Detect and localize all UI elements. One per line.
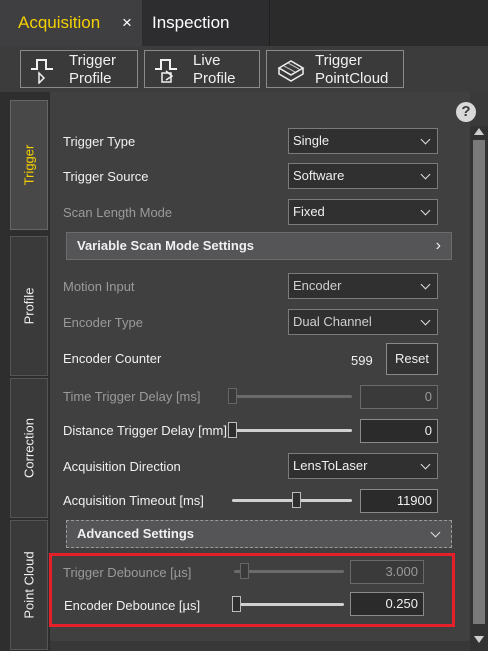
slider-handle[interactable] <box>228 388 237 404</box>
trigger-pointcloud-label-2: PointCloud <box>315 70 389 87</box>
side-tab-trigger[interactable]: Trigger <box>10 100 48 230</box>
chevron-down-icon <box>420 169 431 180</box>
scan-length-mode-select[interactable]: Fixed <box>288 199 438 225</box>
trigger-source-label: Trigger Source <box>63 169 149 184</box>
pointcloud-icon <box>277 60 305 82</box>
time-trigger-delay-slider[interactable] <box>228 388 352 404</box>
trigger-pointcloud-button[interactable]: Trigger PointCloud <box>266 50 404 88</box>
slider-handle[interactable] <box>292 492 301 508</box>
encoder-counter-value: 599 <box>351 353 373 368</box>
chevron-down-icon <box>420 459 431 470</box>
motion-input-select[interactable]: Encoder <box>288 273 438 299</box>
live-pulse-icon <box>155 59 177 83</box>
slider-track <box>228 429 352 432</box>
encoder-type-value: Dual Channel <box>293 314 372 329</box>
trigger-pulse-icon <box>31 59 53 84</box>
side-tab-profile[interactable]: Profile <box>10 236 48 376</box>
advanced-settings-title: Advanced Settings <box>77 526 195 541</box>
chevron-down-icon <box>420 279 431 290</box>
trigger-profile-label-2: Profile <box>69 70 112 87</box>
side-tab-point-cloud-label: Point Cloud <box>21 551 37 619</box>
chevron-down-icon <box>420 315 431 326</box>
trigger-profile-label-1: Trigger <box>69 52 116 69</box>
trigger-source-value: Software <box>293 168 345 183</box>
help-icon[interactable]: ? <box>456 102 476 122</box>
time-trigger-delay-input[interactable]: 0 <box>360 385 438 409</box>
document-tab-bar: Acquisition × Inspection <box>0 0 488 46</box>
distance-trigger-delay-label: Distance Trigger Delay [mm] <box>63 423 227 438</box>
side-tabs: Trigger Profile Correction Point Cloud <box>0 92 50 651</box>
scan-length-mode-value: Fixed <box>293 204 325 219</box>
panel-bottom-edge <box>50 641 470 651</box>
side-tab-trigger-label: Trigger <box>21 144 37 186</box>
acquisition-timeout-slider[interactable] <box>232 492 352 508</box>
toolbar: Trigger Profile Live Profile Trigger Poi… <box>0 46 488 92</box>
side-tab-point-cloud[interactable]: Point Cloud <box>10 520 48 650</box>
tab-acquisition-label: Acquisition <box>18 13 101 32</box>
trigger-type-value: Single <box>293 133 330 148</box>
tab-inspection-label: Inspection <box>152 13 230 32</box>
trigger-profile-button[interactable]: Trigger Profile <box>20 50 138 88</box>
motion-input-value: Encoder <box>293 278 342 293</box>
live-profile-label-2: Profile <box>193 70 236 87</box>
chevron-down-icon <box>420 205 431 216</box>
acquisition-direction-select[interactable]: LensToLaser <box>288 453 438 479</box>
trigger-type-label: Trigger Type <box>63 134 136 149</box>
highlight-box <box>49 553 455 627</box>
time-trigger-delay-label: Time Trigger Delay [ms] <box>63 389 201 404</box>
scroll-up-arrow-icon[interactable] <box>474 128 484 135</box>
tab-inspection[interactable]: Inspection <box>142 0 270 46</box>
live-profile-button[interactable]: Live Profile <box>144 50 260 88</box>
encoder-type-select[interactable]: Dual Channel <box>288 309 438 335</box>
live-profile-label-1: Live <box>193 52 221 69</box>
trigger-source-select[interactable]: Software <box>288 163 438 189</box>
chevron-down-icon <box>420 134 431 145</box>
acquisition-timeout-input[interactable]: 11900 <box>360 489 438 513</box>
encoder-type-label: Encoder Type <box>63 315 143 330</box>
slider-handle[interactable] <box>228 422 237 438</box>
acquisition-direction-value: LensToLaser <box>293 458 368 473</box>
encoder-counter-label: Encoder Counter <box>63 351 162 366</box>
side-tab-profile-label: Profile <box>21 287 37 325</box>
chevron-down-icon <box>430 527 441 538</box>
scan-length-mode-label: Scan Length Mode <box>63 205 173 220</box>
acquisition-timeout-label: Acquisition Timeout [ms] <box>63 493 204 508</box>
variable-scan-mode-section[interactable]: Variable Scan Mode Settings › <box>66 232 452 260</box>
tab-acquisition[interactable]: Acquisition × <box>0 0 142 46</box>
distance-trigger-delay-input[interactable]: 0 <box>360 419 438 443</box>
scroll-thumb[interactable] <box>473 140 485 624</box>
close-icon[interactable]: × <box>122 0 132 46</box>
slider-track <box>228 395 352 398</box>
trigger-pointcloud-label-1: Trigger <box>315 52 362 69</box>
acquisition-direction-label: Acquisition Direction <box>63 459 181 474</box>
side-tab-correction[interactable]: Correction <box>10 378 48 518</box>
motion-input-label: Motion Input <box>63 279 135 294</box>
distance-trigger-delay-slider[interactable] <box>228 422 352 438</box>
side-tab-correction-label: Correction <box>21 418 37 478</box>
vertical-scrollbar[interactable] <box>470 126 488 651</box>
trigger-type-select[interactable]: Single <box>288 128 438 154</box>
variable-scan-mode-title: Variable Scan Mode Settings <box>77 238 254 253</box>
advanced-settings-section[interactable]: Advanced Settings <box>66 520 452 548</box>
tab-bar-empty <box>270 0 488 46</box>
chevron-right-icon: › <box>435 237 441 254</box>
scroll-down-arrow-icon[interactable] <box>474 636 484 643</box>
reset-button[interactable]: Reset <box>386 343 438 375</box>
